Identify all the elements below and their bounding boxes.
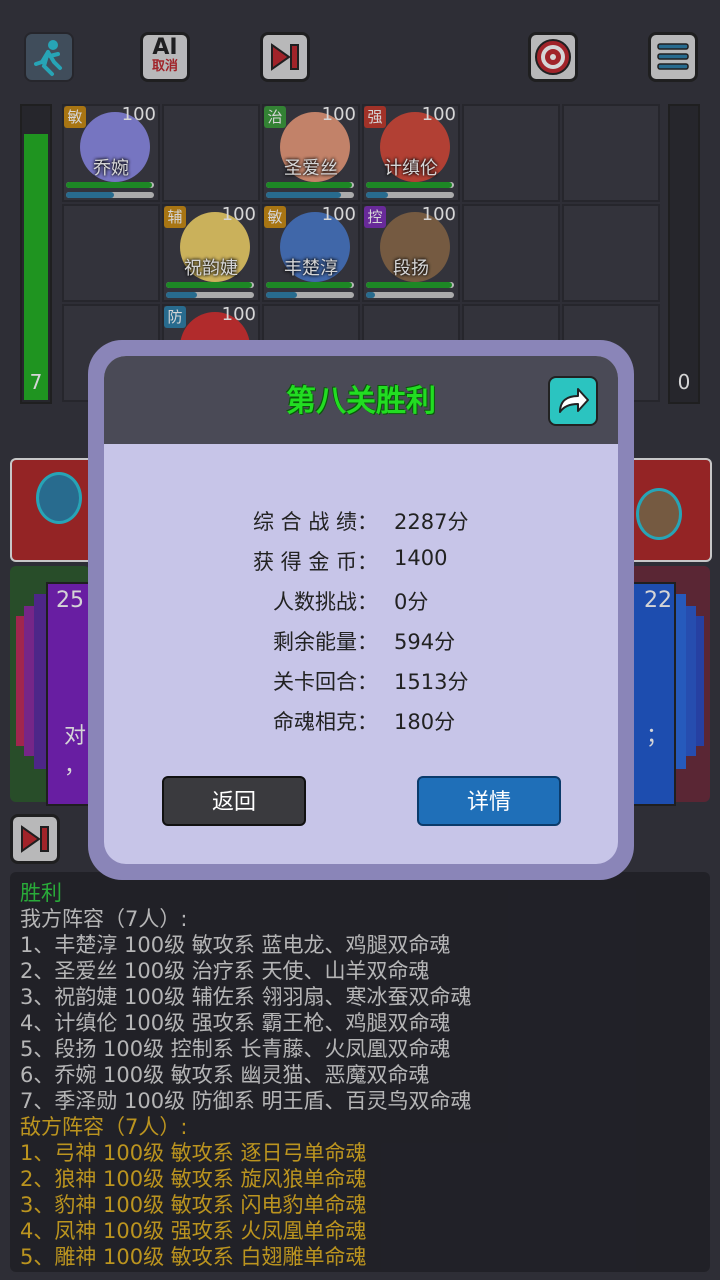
dialog-header: 第八关胜利 bbox=[104, 356, 618, 444]
stat-label: 命魂相克： bbox=[273, 710, 378, 734]
stat-label: 剩余能量： bbox=[273, 630, 378, 654]
dialog-body: 第八关胜利 综 合 战 绩： 2287分获 得 金 币： 1400 人数挑战： 0分 剩余… bbox=[104, 356, 618, 864]
stat-value: 594分 bbox=[394, 630, 456, 654]
stat-label: 综 合 战 绩： bbox=[252, 510, 378, 534]
stat-value: 180分 bbox=[394, 710, 456, 734]
stat-label: 人数挑战： bbox=[273, 590, 378, 614]
details-button[interactable]: 详情 bbox=[417, 776, 561, 826]
stat-value: 0分 bbox=[394, 590, 429, 614]
stat-value: 1400 bbox=[394, 546, 448, 570]
share-button[interactable] bbox=[548, 376, 598, 426]
back-button[interactable]: 返回 bbox=[162, 776, 306, 826]
stat-value: 2287分 bbox=[394, 510, 469, 534]
dialog-stats: 综 合 战 绩： 2287分获 得 金 币： 1400 人数挑战： 0分 剩余能量： 594… bbox=[104, 506, 618, 746]
victory-dialog: 第八关胜利 综 合 战 绩： 2287分获 得 金 币： 1400 人数挑战： 0分 剩余… bbox=[88, 340, 634, 880]
stat-label: 获 得 金 币： bbox=[252, 550, 378, 574]
stat-value: 1513分 bbox=[394, 670, 469, 694]
stat-label: 关卡回合： bbox=[273, 670, 378, 694]
share-icon bbox=[559, 388, 589, 413]
dialog-title: 第八关胜利 bbox=[286, 384, 436, 419]
